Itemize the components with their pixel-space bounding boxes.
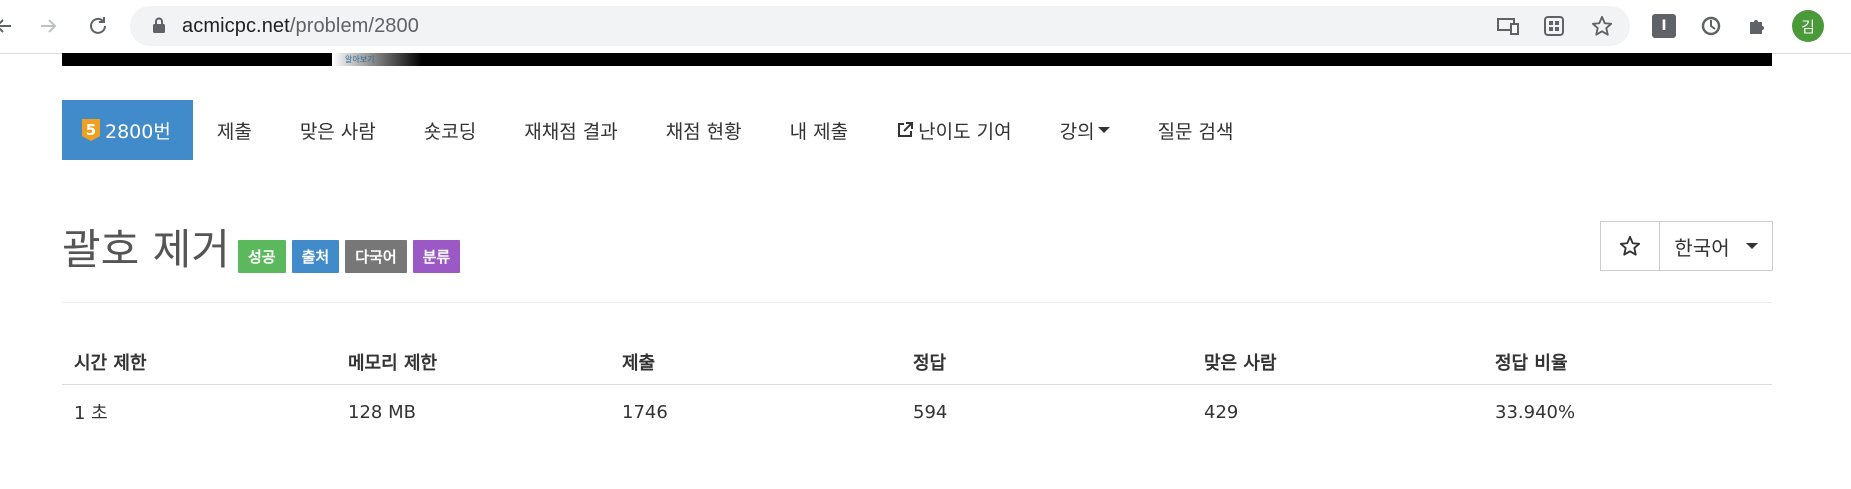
back-icon[interactable] bbox=[0, 10, 20, 42]
external-link-icon bbox=[898, 122, 914, 137]
tab-rejudge-results[interactable]: 재채점 결과 bbox=[500, 100, 641, 160]
url-text[interactable]: acmicpc.net/problem/2800 bbox=[182, 15, 419, 38]
problem-menu: 5 2800번 제출 맞은 사람 숏코딩 재채점 결과 채점 현황 내 제출 난… bbox=[62, 100, 1258, 160]
problem-labels: 성공 출처 다국어 분류 bbox=[238, 240, 461, 273]
tab-my-submissions[interactable]: 내 제출 bbox=[766, 100, 872, 160]
qr-code-icon[interactable] bbox=[1542, 14, 1566, 38]
header-submissions: 제출 bbox=[610, 340, 901, 385]
extensions-puzzle-icon[interactable] bbox=[1744, 12, 1772, 40]
tab-question-search[interactable]: 질문 검색 bbox=[1134, 100, 1258, 160]
caret-down-icon bbox=[1097, 127, 1110, 133]
tab-problem-label: 2800번 bbox=[105, 120, 171, 143]
favorite-star-button[interactable] bbox=[1600, 221, 1660, 271]
tab-difficulty-label: 난이도 기여 bbox=[918, 120, 1012, 143]
problem-title: 괄호 제거 bbox=[62, 225, 230, 274]
header-time-limit: 시간 제한 bbox=[62, 340, 336, 385]
forward-icon[interactable] bbox=[32, 10, 64, 42]
tab-submit[interactable]: 제출 bbox=[193, 100, 276, 160]
lock-icon[interactable] bbox=[152, 17, 166, 33]
cell-memory-limit: 128 MB bbox=[348, 401, 416, 423]
cell-time-limit: 1 초 bbox=[74, 403, 108, 424]
label-multilingual[interactable]: 다국어 bbox=[345, 240, 407, 273]
extension-badge-icon[interactable]: I bbox=[1650, 12, 1678, 40]
header-accepted: 정답 bbox=[901, 340, 1192, 385]
language-dropdown[interactable]: 한국어 bbox=[1660, 221, 1773, 271]
profile-avatar[interactable]: 김 bbox=[1792, 10, 1824, 42]
header-memory-limit: 메모리 제한 bbox=[336, 340, 610, 385]
label-success: 성공 bbox=[238, 240, 286, 273]
header-accept-ratio: 정답 비율 bbox=[1483, 340, 1772, 385]
reload-icon[interactable] bbox=[82, 10, 114, 42]
label-category[interactable]: 분류 bbox=[412, 240, 461, 273]
problem-actions: 한국어 bbox=[1600, 221, 1773, 271]
cell-accept-ratio: 33.940% bbox=[1495, 401, 1576, 423]
tab-judge-status[interactable]: 채점 현황 bbox=[642, 100, 766, 160]
tab-problem[interactable]: 5 2800번 bbox=[62, 100, 193, 160]
cell-accepted: 594 bbox=[913, 401, 948, 423]
divider bbox=[62, 302, 1772, 303]
address-bar[interactable]: acmicpc.net/problem/2800 bbox=[130, 6, 1630, 46]
table-header-row: 시간 제한 메모리 제한 제출 정답 맞은 사람 정답 비율 bbox=[62, 340, 1772, 385]
tab-difficulty-contribution[interactable]: 난이도 기여 bbox=[872, 100, 1035, 160]
label-source[interactable]: 출처 bbox=[291, 240, 340, 273]
language-label: 한국어 bbox=[1674, 235, 1730, 260]
browser-toolbar: acmicpc.net/problem/2800 I 김 bbox=[0, 0, 1851, 54]
header-solved-users: 맞은 사람 bbox=[1192, 340, 1483, 385]
tab-lectures-label: 강의 bbox=[1059, 120, 1095, 143]
cast-icon[interactable] bbox=[1496, 14, 1520, 38]
cell-submissions: 1746 bbox=[622, 401, 668, 423]
top-banner[interactable]: 알아보기 bbox=[62, 53, 1772, 66]
table-row: 1 초 128 MB 1746 594 429 33.940% bbox=[62, 385, 1772, 440]
tab-lectures-dropdown[interactable]: 강의 bbox=[1036, 100, 1134, 160]
star-icon bbox=[1619, 235, 1641, 256]
caret-down-icon bbox=[1745, 243, 1758, 249]
problem-info-table: 시간 제한 메모리 제한 제출 정답 맞은 사람 정답 비율 1 초 128 M… bbox=[62, 340, 1772, 439]
tab-solved-users[interactable]: 맞은 사람 bbox=[276, 100, 400, 160]
sync-extension-icon[interactable] bbox=[1697, 12, 1725, 40]
tab-short-coding[interactable]: 숏코딩 bbox=[400, 100, 500, 160]
cell-solved-users: 429 bbox=[1204, 401, 1239, 423]
banner-text: 알아보기 bbox=[345, 55, 375, 64]
bookmark-star-icon[interactable] bbox=[1590, 14, 1614, 38]
tier-badge-icon: 5 bbox=[82, 119, 100, 141]
